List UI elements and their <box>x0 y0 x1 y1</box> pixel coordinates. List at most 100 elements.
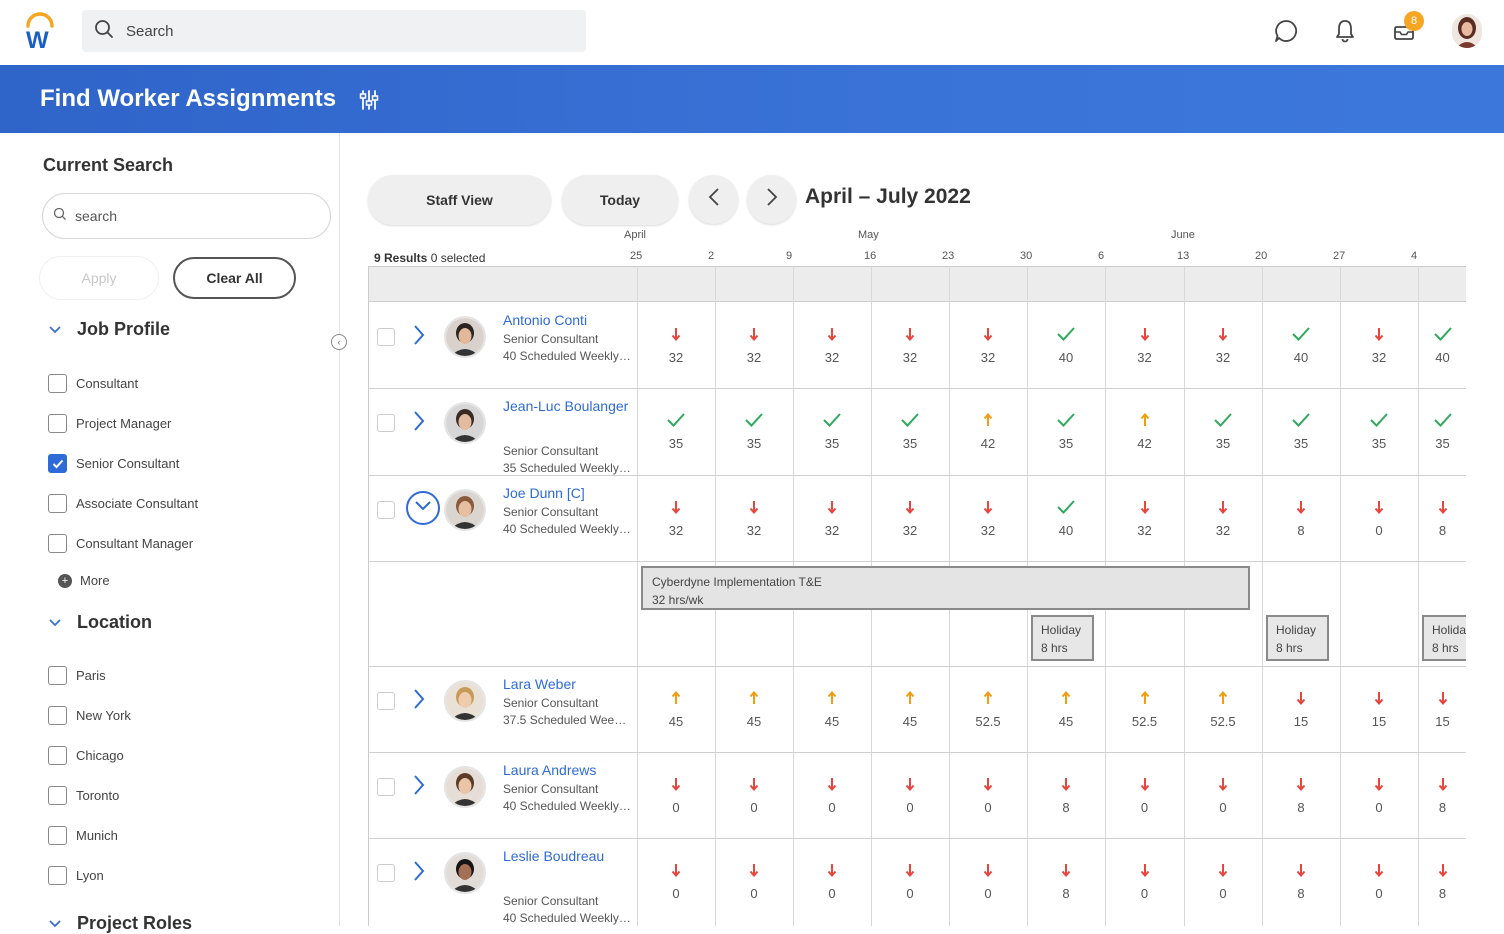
week-capacity-cell[interactable]: 35 <box>1349 410 1409 451</box>
week-capacity-cell[interactable]: 32 <box>802 497 862 538</box>
filter-option[interactable]: Toronto <box>48 786 119 805</box>
week-capacity-cell[interactable]: 32 <box>802 324 862 365</box>
collapse-row-button[interactable] <box>406 491 440 525</box>
checkbox[interactable] <box>48 746 67 765</box>
clear-all-button[interactable]: Clear All <box>173 257 296 299</box>
worker-name-link[interactable]: Jean-Luc Boulanger <box>503 396 633 417</box>
filter-option[interactable]: Lyon <box>48 866 104 885</box>
week-capacity-cell[interactable]: 42 <box>1115 410 1175 451</box>
week-capacity-cell[interactable]: 35 <box>880 410 940 451</box>
week-capacity-cell[interactable]: 32 <box>958 497 1018 538</box>
checkbox[interactable] <box>48 706 67 725</box>
week-capacity-cell[interactable]: 40 <box>1036 497 1096 538</box>
chat-icon[interactable] <box>1272 14 1300 48</box>
week-capacity-cell[interactable]: 32 <box>646 324 706 365</box>
week-capacity-cell[interactable]: 8 <box>1271 774 1331 815</box>
project-roles-section-toggle[interactable]: Project Roles <box>48 913 192 934</box>
worker-name-link[interactable]: Joe Dunn [C] <box>503 483 633 504</box>
week-capacity-cell[interactable]: 0 <box>1115 774 1175 815</box>
week-capacity-cell[interactable]: 0 <box>646 860 706 901</box>
global-search-input[interactable]: Search <box>82 10 586 52</box>
week-capacity-cell[interactable]: 32 <box>958 324 1018 365</box>
week-capacity-cell[interactable]: 32 <box>724 497 784 538</box>
filter-option[interactable]: Senior Consultant <box>48 454 179 473</box>
filter-search-input[interactable]: search <box>42 193 331 239</box>
week-capacity-cell[interactable]: 35 <box>1193 410 1253 451</box>
user-avatar[interactable] <box>1452 14 1482 48</box>
worker-avatar[interactable] <box>444 680 486 722</box>
week-capacity-cell[interactable]: 40 <box>1271 324 1331 365</box>
week-capacity-cell[interactable]: 32 <box>1193 324 1253 365</box>
holiday-block[interactable]: Holiday 8 hrs <box>1031 615 1094 661</box>
previous-period-button[interactable] <box>689 175 738 224</box>
filter-option[interactable]: Associate Consultant <box>48 494 198 513</box>
week-capacity-cell[interactable]: 32 <box>1193 497 1253 538</box>
week-capacity-cell[interactable]: 0 <box>802 774 862 815</box>
row-checkbox[interactable] <box>377 414 395 432</box>
week-capacity-cell[interactable]: 52.5 <box>1115 688 1175 729</box>
expand-row-button[interactable] <box>413 774 433 798</box>
worker-avatar[interactable] <box>444 402 486 444</box>
configure-icon[interactable] <box>358 89 380 116</box>
week-capacity-cell[interactable]: 32 <box>880 324 940 365</box>
week-capacity-cell[interactable]: 45 <box>880 688 940 729</box>
filter-option[interactable]: New York <box>48 706 131 725</box>
week-capacity-cell[interactable]: 0 <box>724 860 784 901</box>
week-capacity-cell[interactable]: 0 <box>802 860 862 901</box>
week-capacity-cell[interactable]: 45 <box>646 688 706 729</box>
collapse-panel-handle[interactable]: ‹ <box>331 334 347 350</box>
filter-option[interactable]: Paris <box>48 666 106 685</box>
week-capacity-cell[interactable]: 0 <box>724 774 784 815</box>
week-capacity-cell[interactable]: 35 <box>646 410 706 451</box>
today-button[interactable]: Today <box>562 175 678 225</box>
job-profile-section-toggle[interactable]: Job Profile <box>48 319 170 340</box>
expand-row-button[interactable] <box>413 324 433 348</box>
week-capacity-cell[interactable]: 52.5 <box>1193 688 1253 729</box>
worker-name-link[interactable]: Laura Andrews <box>503 760 633 781</box>
week-capacity-cell[interactable]: 32 <box>1115 497 1175 538</box>
checkbox[interactable] <box>48 786 67 805</box>
expand-row-button[interactable] <box>413 410 433 434</box>
week-capacity-cell[interactable]: 8 <box>1271 860 1331 901</box>
checkbox[interactable] <box>48 374 67 393</box>
week-capacity-cell[interactable]: 0 <box>1193 774 1253 815</box>
checkbox[interactable] <box>48 494 67 513</box>
week-capacity-cell[interactable]: 8 <box>1036 860 1096 901</box>
expand-row-button[interactable] <box>413 860 433 884</box>
location-section-toggle[interactable]: Location <box>48 612 152 633</box>
worker-avatar[interactable] <box>444 766 486 808</box>
filter-option[interactable]: Consultant <box>48 374 138 393</box>
checkbox[interactable] <box>48 866 67 885</box>
row-checkbox[interactable] <box>377 328 395 346</box>
row-checkbox[interactable] <box>377 778 395 796</box>
week-capacity-cell[interactable]: 0 <box>958 860 1018 901</box>
week-capacity-cell[interactable]: 15 <box>1349 688 1409 729</box>
week-capacity-cell[interactable]: 0 <box>1349 774 1409 815</box>
week-capacity-cell[interactable]: 32 <box>1349 324 1409 365</box>
week-capacity-cell[interactable]: 0 <box>958 774 1018 815</box>
next-period-button[interactable] <box>747 175 796 224</box>
worker-avatar[interactable] <box>444 852 486 894</box>
notifications-bell-icon[interactable] <box>1331 14 1359 48</box>
row-checkbox[interactable] <box>377 864 395 882</box>
week-capacity-cell[interactable]: 45 <box>802 688 862 729</box>
worker-name-link[interactable]: Antonio Conti <box>503 310 633 331</box>
more-link[interactable]: + More <box>58 573 110 588</box>
week-capacity-cell[interactable]: 15 <box>1413 688 1467 729</box>
filter-option[interactable]: Chicago <box>48 746 124 765</box>
workday-logo[interactable]: W <box>22 12 58 54</box>
week-capacity-cell[interactable]: 35 <box>802 410 862 451</box>
week-capacity-cell[interactable]: 0 <box>646 774 706 815</box>
week-capacity-cell[interactable]: 35 <box>1413 410 1467 451</box>
week-capacity-cell[interactable]: 8 <box>1271 497 1331 538</box>
worker-name-link[interactable]: Lara Weber <box>503 674 633 695</box>
checkbox[interactable] <box>48 534 67 553</box>
checkbox[interactable] <box>48 414 67 433</box>
week-capacity-cell[interactable]: 42 <box>958 410 1018 451</box>
week-capacity-cell[interactable]: 35 <box>724 410 784 451</box>
checkbox[interactable] <box>48 666 67 685</box>
week-capacity-cell[interactable]: 52.5 <box>958 688 1018 729</box>
row-checkbox[interactable] <box>377 692 395 710</box>
week-capacity-cell[interactable]: 45 <box>724 688 784 729</box>
week-capacity-cell[interactable]: 32 <box>880 497 940 538</box>
